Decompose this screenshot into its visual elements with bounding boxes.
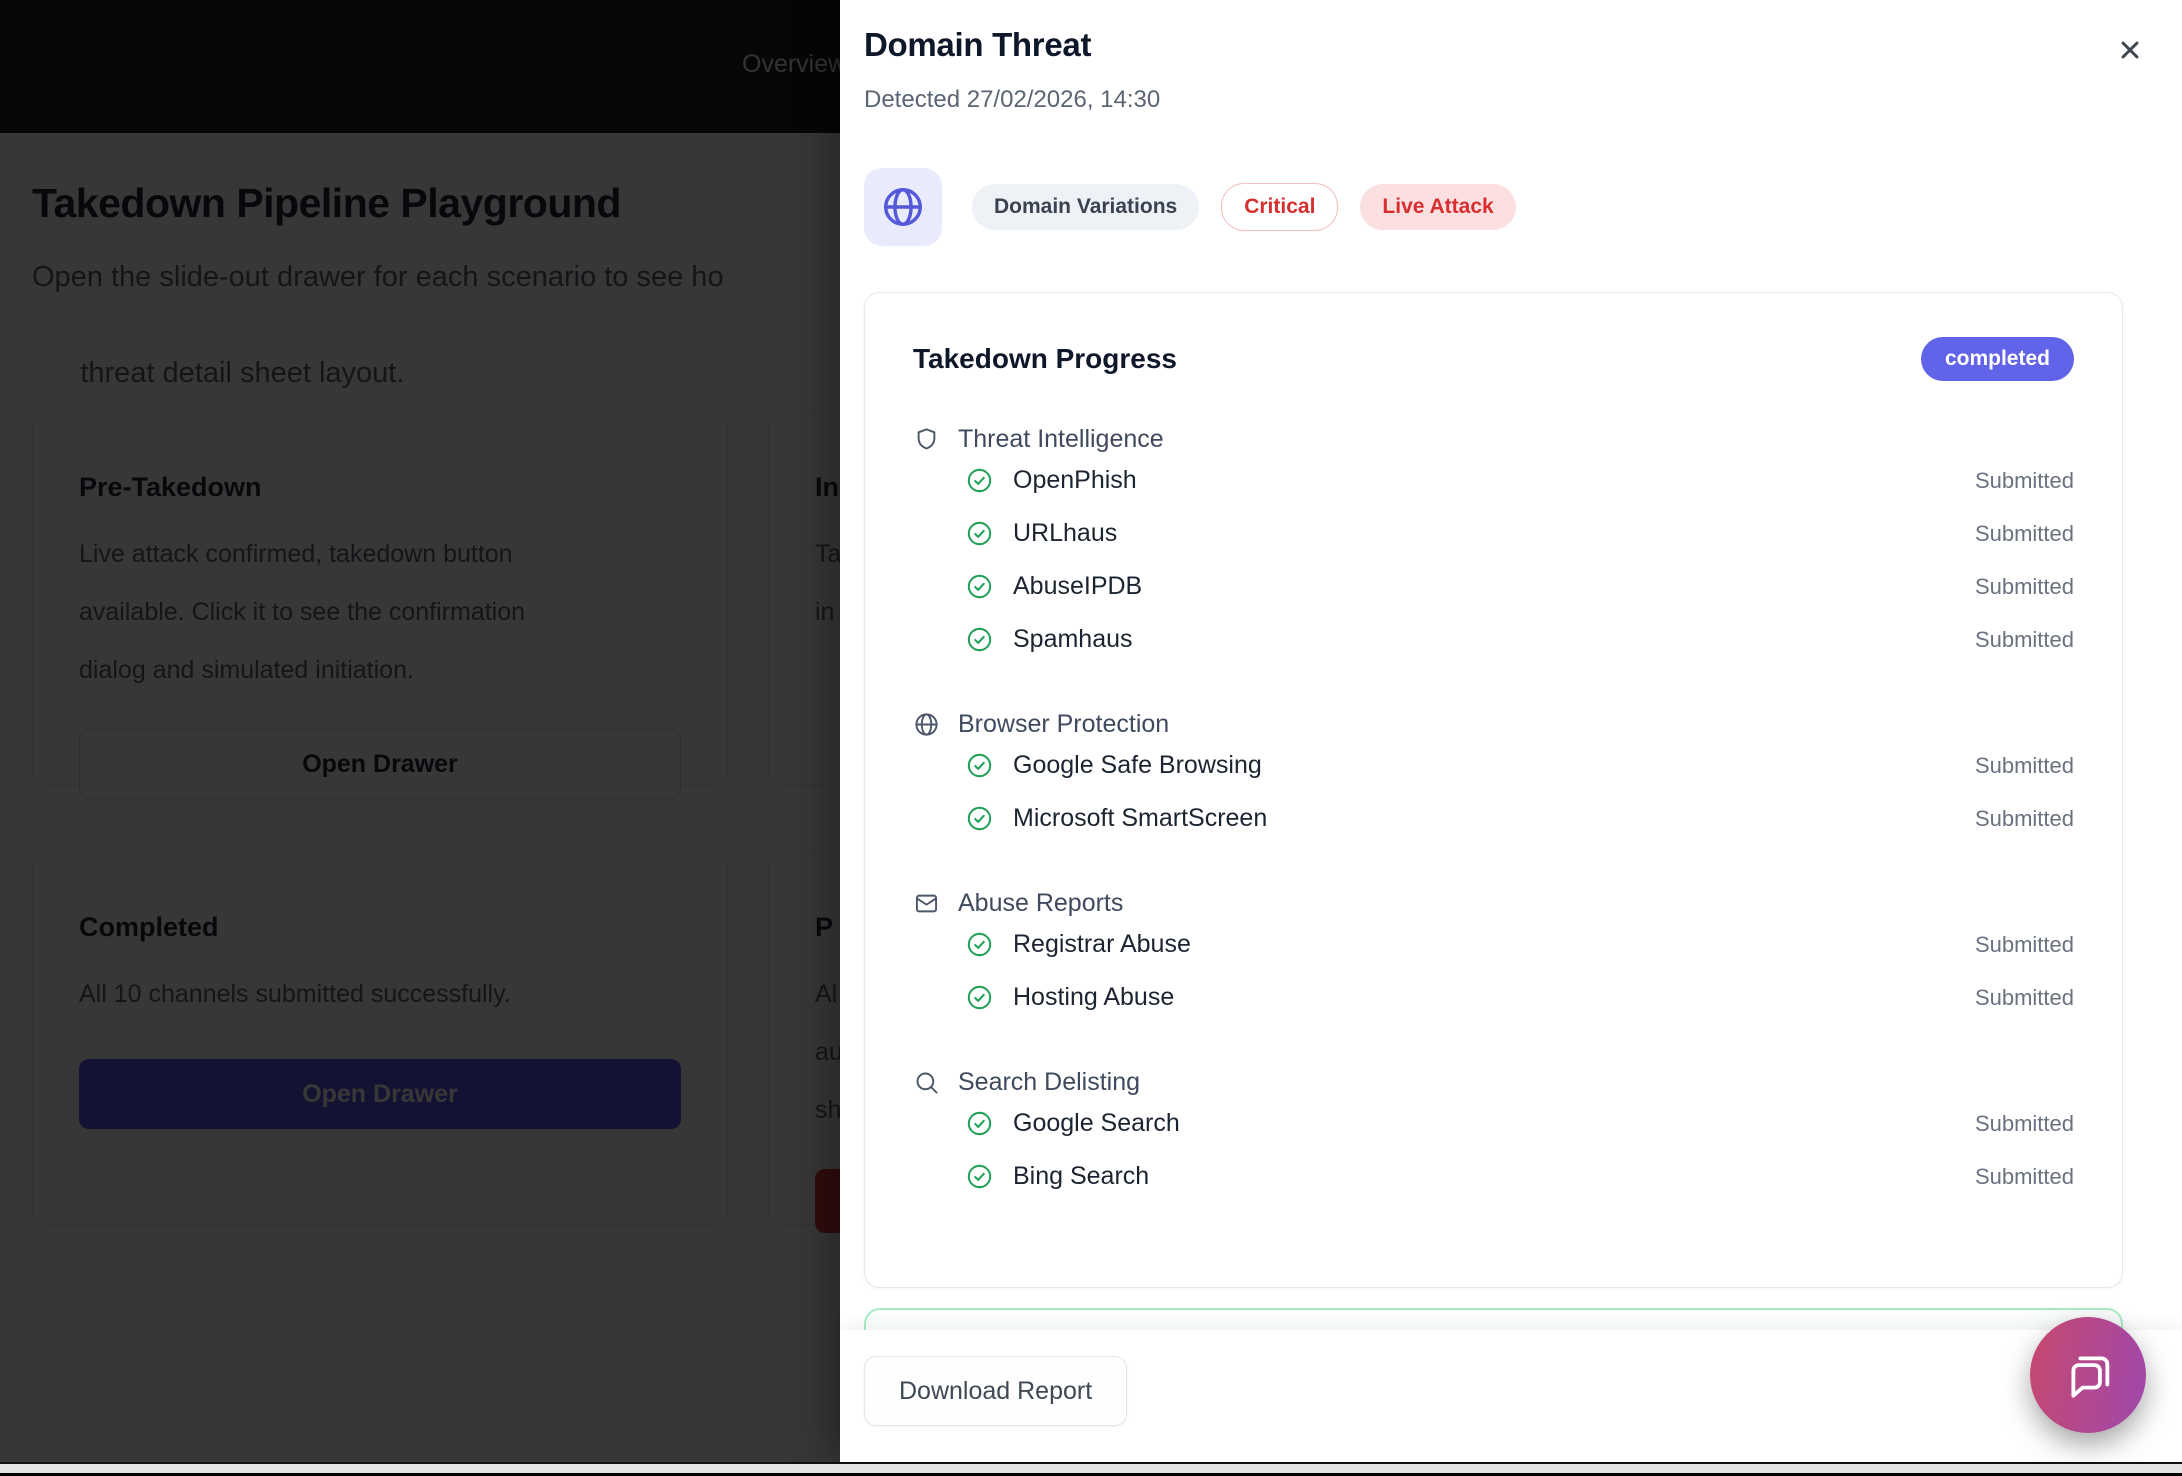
section-abuse-reports: Abuse Reports Registrar Abuse Submitted … xyxy=(913,889,2074,1024)
channel-status: Submitted xyxy=(1975,753,2074,779)
progress-row: URLhaus Submitted xyxy=(966,507,2074,560)
close-icon xyxy=(2108,28,2152,72)
check-circle-icon xyxy=(966,573,993,600)
progress-row: AbuseIPDB Submitted xyxy=(966,560,2074,613)
channel-label: Microsoft SmartScreen xyxy=(1013,804,1267,833)
channel-label: Spamhaus xyxy=(1013,625,1133,654)
status-badge: completed xyxy=(1921,337,2074,381)
drawer-title: Domain Threat xyxy=(864,26,2123,64)
channel-status: Submitted xyxy=(1975,468,2074,494)
section-header: Threat Intelligence xyxy=(913,425,2074,454)
section-title: Threat Intelligence xyxy=(958,425,1164,454)
screen: Overview Takedown Pipeline Playground Op… xyxy=(0,0,2182,1476)
section-header: Abuse Reports xyxy=(913,889,2074,918)
progress-row: Microsoft SmartScreen Submitted xyxy=(966,792,2074,845)
channel-status: Submitted xyxy=(1975,1164,2074,1190)
progress-row: Registrar Abuse Submitted xyxy=(966,918,2074,971)
section-browser-protection: Browser Protection Google Safe Browsing … xyxy=(913,710,2074,845)
shield-icon xyxy=(913,426,940,453)
drawer-content: Domain Threat Detected 27/02/2026, 14:30… xyxy=(864,0,2123,1462)
check-circle-icon xyxy=(966,1163,993,1190)
channel-status: Submitted xyxy=(1975,574,2074,600)
section-threat-intelligence: Threat Intelligence OpenPhish Submitted … xyxy=(913,425,2074,666)
channel-status: Submitted xyxy=(1975,627,2074,653)
channel-label: Google Safe Browsing xyxy=(1013,751,1262,780)
search-icon xyxy=(913,1069,940,1096)
progress-card-header: Takedown Progress completed xyxy=(913,337,2074,381)
section-title: Browser Protection xyxy=(958,710,1169,739)
badge-row: Domain Variations Critical Live Attack xyxy=(972,183,1516,231)
progress-row: Hosting Abuse Submitted xyxy=(966,971,2074,1024)
progress-row: OpenPhish Submitted xyxy=(966,454,2074,507)
progress-row: Bing Search Submitted xyxy=(966,1150,2074,1203)
detected-timestamp: Detected 27/02/2026, 14:30 xyxy=(864,86,2123,114)
section-title: Abuse Reports xyxy=(958,889,1123,918)
drawer-footer: Download Report xyxy=(840,1330,2182,1462)
check-circle-icon xyxy=(966,984,993,1011)
globe-icon xyxy=(913,711,940,738)
progress-row: Google Safe Browsing Submitted xyxy=(966,739,2074,792)
check-circle-icon xyxy=(966,1110,993,1137)
chat-icon xyxy=(2061,1348,2115,1402)
globe-icon xyxy=(880,184,926,230)
channel-status: Submitted xyxy=(1975,932,2074,958)
check-circle-icon xyxy=(966,752,993,779)
check-circle-icon xyxy=(966,467,993,494)
progress-title: Takedown Progress xyxy=(913,343,1177,375)
channel-status: Submitted xyxy=(1975,1111,2074,1137)
channel-status: Submitted xyxy=(1975,521,2074,547)
section-header: Search Delisting xyxy=(913,1068,2074,1097)
channel-label: Hosting Abuse xyxy=(1013,983,1174,1012)
channel-label: URLhaus xyxy=(1013,519,1117,548)
takedown-progress-card: Takedown Progress completed Threat Intel… xyxy=(864,292,2123,1288)
channel-label: Google Search xyxy=(1013,1109,1180,1138)
channel-label: AbuseIPDB xyxy=(1013,572,1142,601)
mail-icon xyxy=(913,890,940,917)
threat-meta-row: Domain Variations Critical Live Attack xyxy=(864,168,2123,246)
bottom-page-edge xyxy=(0,1462,2182,1476)
chat-fab-button[interactable] xyxy=(2030,1317,2146,1433)
severity-badge: Critical xyxy=(1221,183,1338,231)
section-title: Search Delisting xyxy=(958,1068,1140,1097)
progress-row: Google Search Submitted xyxy=(966,1097,2074,1150)
live-attack-badge: Live Attack xyxy=(1360,184,1515,230)
channel-status: Submitted xyxy=(1975,806,2074,832)
close-button[interactable] xyxy=(2108,28,2152,72)
check-circle-icon xyxy=(966,931,993,958)
progress-row: Spamhaus Submitted xyxy=(966,613,2074,666)
channel-status: Submitted xyxy=(1975,985,2074,1011)
channel-label: OpenPhish xyxy=(1013,466,1137,495)
threat-type-tile xyxy=(864,168,942,246)
channel-label: Registrar Abuse xyxy=(1013,930,1191,959)
check-circle-icon xyxy=(966,520,993,547)
download-report-button[interactable]: Download Report xyxy=(864,1356,1127,1426)
section-search-delisting: Search Delisting Google Search Submitted… xyxy=(913,1068,2074,1203)
section-header: Browser Protection xyxy=(913,710,2074,739)
check-circle-icon xyxy=(966,626,993,653)
check-circle-icon xyxy=(966,805,993,832)
category-badge: Domain Variations xyxy=(972,184,1199,230)
threat-detail-drawer: Domain Threat Detected 27/02/2026, 14:30… xyxy=(840,0,2182,1462)
channel-label: Bing Search xyxy=(1013,1162,1149,1191)
